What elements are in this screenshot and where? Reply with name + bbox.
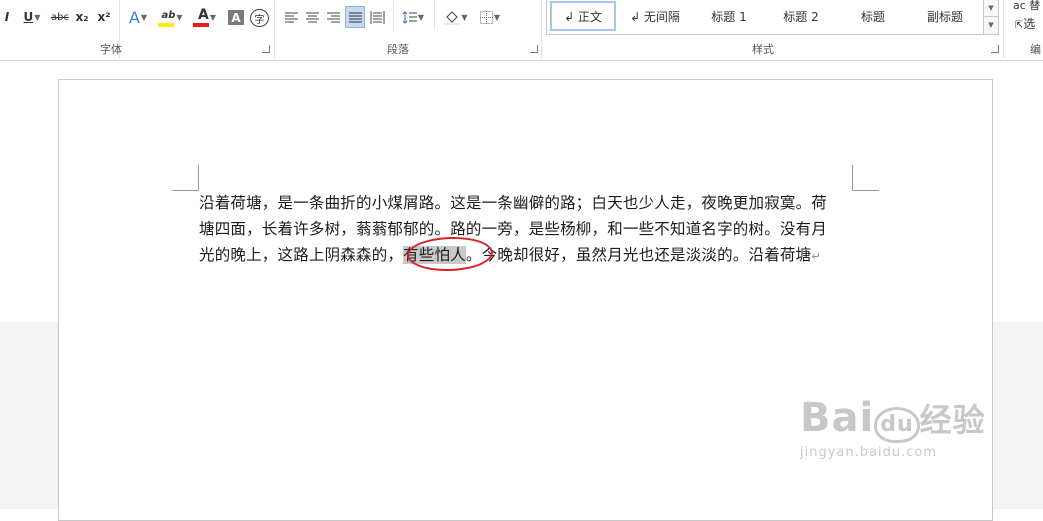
char-shading-icon: A (231, 10, 241, 25)
align-center-button[interactable] (303, 6, 321, 28)
align-right-button[interactable] (324, 6, 342, 28)
char-shading-button[interactable]: A (228, 10, 244, 25)
styles-group-label: 样式 (752, 43, 774, 56)
text-line: 沿着荷塘，是一条曲折的小煤屑路。这是一条幽僻的路；白天也少人走，夜晚更加寂寞。荷 (199, 194, 828, 212)
style-title[interactable]: 标题 (837, 0, 909, 32)
style-heading-2[interactable]: 标题 2 (765, 0, 837, 32)
text-run: 光的晚上，这路上阴森森的， (199, 246, 404, 264)
style-label: 标题 1 (711, 9, 747, 24)
scroll-down-icon[interactable]: ▼ (984, 0, 998, 16)
watermark-brand: Bai (800, 395, 875, 441)
replace-button[interactable]: ac 替 (1013, 0, 1040, 13)
text-effects-button[interactable]: A ▼ (124, 6, 152, 28)
align-center-icon (305, 12, 319, 22)
style-label: ↲ 无间隔 (630, 9, 680, 24)
superscript-button[interactable]: x² (95, 6, 113, 28)
justify-button[interactable] (345, 6, 365, 28)
crop-mark (172, 190, 199, 191)
group-divider (1003, 0, 1004, 58)
border-icon (479, 10, 493, 24)
shading-button[interactable]: ▼ (441, 6, 471, 28)
underline-label: U (23, 10, 34, 24)
paragraph-group-label: 段落 (387, 43, 409, 56)
strikethrough-button[interactable]: abc (50, 6, 70, 28)
style-normal[interactable]: ↲ 正文 (550, 1, 616, 31)
style-label: 副标题 (926, 9, 963, 24)
style-label: 标题 (860, 9, 885, 24)
baidu-watermark: Bai du 经验 jingyan.baidu.com (800, 395, 986, 460)
font-color-icon: A (198, 7, 209, 23)
group-divider (541, 0, 542, 58)
chevron-down-icon: ▼ (34, 12, 41, 22)
editing-group-label: 编 (1030, 43, 1041, 56)
chevron-down-icon: ▼ (176, 12, 183, 22)
italic-button[interactable]: I (0, 6, 14, 28)
line-spacing-button[interactable]: ▼ (398, 6, 428, 28)
style-subtitle[interactable]: 副标题 (909, 0, 981, 32)
styles-scrollbar[interactable]: ▼ ▼ (983, 0, 999, 35)
distributed-button[interactable] (368, 6, 386, 28)
chevron-down-icon: ▼ (417, 12, 425, 22)
crop-mark (852, 165, 853, 191)
superscript-label: x² (97, 10, 111, 24)
paw-icon: du (874, 407, 920, 443)
font-color-button[interactable]: A ▼ (192, 6, 222, 28)
group-divider (393, 0, 394, 30)
highlighter-icon: ab (161, 9, 176, 21)
replace-label: ac 替 (1013, 0, 1041, 12)
enclose-char-button[interactable]: 字 (250, 9, 269, 27)
select-label: 选 (1023, 17, 1036, 31)
styles-dialog-launcher-icon[interactable] (991, 45, 999, 53)
group-divider (434, 0, 435, 30)
line-spacing-icon (402, 10, 417, 24)
distributed-icon (370, 10, 384, 24)
select-button[interactable]: ⇱选 (1015, 15, 1035, 32)
borders-button[interactable]: ▼ (475, 6, 505, 28)
italic-label: I (4, 10, 10, 24)
style-label: 标题 2 (783, 9, 819, 24)
subscript-button[interactable]: x₂ (73, 6, 91, 28)
chevron-down-icon: ▼ (209, 12, 216, 22)
paragraph-mark-icon: ↵ (811, 250, 821, 263)
chevron-down-icon: ▼ (461, 12, 468, 22)
enclose-char-icon: 字 (254, 14, 265, 26)
styles-gallery: ↲ 正文 ↲ 无间隔 标题 1 标题 2 标题 副标题 (546, 0, 986, 35)
chevron-down-icon: ▼ (140, 12, 148, 22)
chevron-down-icon: ▼ (493, 12, 501, 22)
highlight-button[interactable]: ab ▼ (157, 6, 187, 28)
group-divider (274, 0, 275, 58)
style-no-spacing[interactable]: ↲ 无间隔 (619, 0, 691, 32)
more-styles-icon[interactable]: ▼ (984, 16, 998, 33)
text-line: 光的晚上，这路上阴森森的，有些怕人。今晚却很好，虽然月光也还是淡淡的。沿着荷塘↵ (199, 242, 853, 270)
text-line: 塘四面，长着许多树，蓊蓊郁郁的。路的一旁，是些杨柳，和一些不知道名字的树。没有月 (199, 220, 828, 238)
ribbon: I U▼ abc x₂ x² A▼ ab ▼ A ▼ A 字 字体 ▼ ▼ (0, 0, 1043, 61)
watermark-suffix: 经验 (919, 401, 986, 439)
document-paragraph[interactable]: 沿着荷塘，是一条曲折的小煤屑路。这是一条幽僻的路；白天也少人走，夜晚更加寂寞。荷… (199, 190, 853, 270)
watermark-url: jingyan.baidu.com (800, 445, 937, 460)
font-group-label: 字体 (100, 43, 122, 56)
font-color-swatch (193, 23, 209, 27)
highlight-color-swatch (158, 23, 174, 27)
align-left-icon (284, 12, 298, 22)
font-dialog-launcher-icon[interactable] (262, 45, 270, 53)
justify-icon (348, 12, 362, 22)
style-label: ↲ 正文 (564, 9, 602, 24)
crop-mark (852, 190, 879, 191)
align-right-icon (326, 12, 340, 22)
strikethrough-label: abc (51, 11, 69, 23)
subscript-label: x₂ (75, 10, 89, 24)
crop-mark (198, 165, 199, 191)
text-run: 。今晚却很好，虽然月光也还是淡淡的。沿着荷塘 (465, 246, 812, 264)
text-effects-icon: A (128, 7, 140, 27)
paragraph-dialog-launcher-icon[interactable] (530, 45, 538, 53)
paint-bucket-icon (445, 10, 460, 25)
style-heading-1[interactable]: 标题 1 (693, 0, 765, 32)
align-left-button[interactable] (282, 6, 300, 28)
underline-button[interactable]: U ▼ (17, 6, 47, 28)
